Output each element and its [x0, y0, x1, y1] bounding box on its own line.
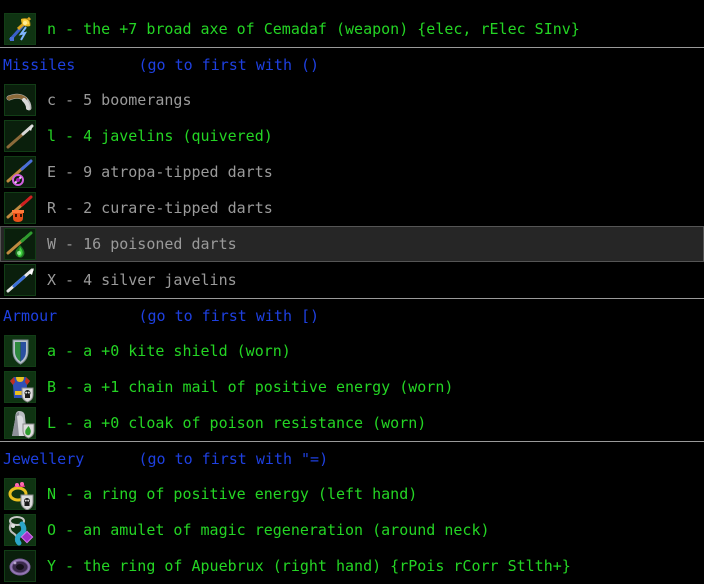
- inventory-item-L[interactable]: L - a +0 cloak of poison resistance (wor…: [0, 405, 704, 441]
- header-spacer: [75, 58, 138, 73]
- ring-apuebrux-icon: [9, 558, 31, 576]
- inventory-item-label: B - a +1 chain mail of positive energy (…: [47, 377, 454, 396]
- inventory-item-label: l - 4 javelins (quivered): [47, 126, 273, 145]
- section-header-armour: Armour (go to first with [): [0, 298, 704, 333]
- javelin-icon: [6, 124, 34, 149]
- section-hint: (go to first with [): [138, 306, 320, 325]
- header-spacer: [84, 452, 138, 467]
- inventory-item-label: Y - the ring of Apuebrux (right hand) {r…: [47, 556, 571, 575]
- inventory-item-O[interactable]: O - an amulet of magic regeneration (aro…: [0, 512, 704, 548]
- ring-positive-energy-icon: [8, 482, 34, 510]
- chain-mail-positive-energy-icon[interactable]: [4, 371, 36, 403]
- inventory-item-c[interactable]: c - 5 boomerangs: [0, 82, 704, 118]
- inventory-item-label: c - 5 boomerangs: [47, 90, 192, 109]
- inventory-item-label: n - the +7 broad axe of Cemadaf (weapon)…: [47, 19, 580, 38]
- header-spacer: [57, 309, 138, 324]
- curare-dart-icon[interactable]: [4, 192, 36, 224]
- inventory-screen: n - the +7 broad axe of Cemadaf (weapon)…: [0, 0, 704, 582]
- boomerang-icon[interactable]: [4, 84, 36, 116]
- chain-mail-positive-energy-icon: [10, 377, 34, 403]
- poisoned-dart-icon[interactable]: [4, 228, 36, 260]
- broad-axe-elec-icon: [8, 16, 32, 42]
- inventory-item-X[interactable]: X - 4 silver javelins: [0, 262, 704, 298]
- inventory-item-label: O - an amulet of magic regeneration (aro…: [47, 520, 490, 539]
- cloak-poison-resistance-icon: [12, 411, 35, 439]
- section-header-missiles: Missiles (go to first with (): [0, 47, 704, 82]
- inventory-item-R[interactable]: R - 2 curare-tipped darts: [0, 190, 704, 226]
- section-title: Armour: [3, 306, 58, 325]
- atropa-dart-icon[interactable]: [4, 156, 36, 188]
- inventory-item-l[interactable]: l - 4 javelins (quivered): [0, 118, 704, 154]
- section-hint: (go to first with (): [138, 55, 320, 74]
- kite-shield-icon: [12, 339, 29, 365]
- inventory-item-label: X - 4 silver javelins: [47, 270, 237, 289]
- broad-axe-elec-icon[interactable]: [4, 13, 36, 45]
- amulet-magic-regeneration-icon[interactable]: [4, 514, 36, 546]
- inventory-item-label: W - 16 poisoned darts: [47, 234, 237, 253]
- ring-apuebrux-icon[interactable]: [4, 550, 36, 582]
- section-title: Jewellery: [3, 449, 85, 468]
- section-hint: (go to first with "=): [138, 449, 329, 468]
- section-title: Missiles: [3, 55, 76, 74]
- javelin-icon[interactable]: [4, 120, 36, 152]
- silver-javelin-icon[interactable]: [4, 264, 36, 296]
- inventory-item-label: N - a ring of positive energy (left hand…: [47, 484, 418, 503]
- cloak-poison-resistance-icon[interactable]: [4, 407, 36, 439]
- inventory-item-E[interactable]: E - 9 atropa-tipped darts: [0, 154, 704, 190]
- curare-dart-icon: [6, 195, 33, 222]
- section-header-jewellery: Jewellery (go to first with "=): [0, 441, 704, 476]
- boomerang-icon: [6, 93, 32, 111]
- atropa-dart-icon: [6, 159, 33, 186]
- inventory-item-label: L - a +0 cloak of poison resistance (wor…: [47, 413, 427, 432]
- ring-positive-energy-icon[interactable]: [4, 478, 36, 510]
- inventory-item-label: a - a +0 kite shield (worn): [47, 341, 291, 360]
- clipped-row-above: [0, 0, 704, 11]
- inventory-item-n[interactable]: n - the +7 broad axe of Cemadaf (weapon)…: [0, 11, 704, 47]
- inventory-item-Y[interactable]: Y - the ring of Apuebrux (right hand) {r…: [0, 548, 704, 584]
- kite-shield-icon[interactable]: [4, 335, 36, 367]
- inventory-item-a[interactable]: a - a +0 kite shield (worn): [0, 333, 704, 369]
- inventory-item-B[interactable]: B - a +1 chain mail of positive energy (…: [0, 369, 704, 405]
- silver-javelin-icon: [6, 268, 34, 293]
- poisoned-dart-icon: [6, 231, 33, 258]
- inventory-item-W[interactable]: W - 16 poisoned darts: [0, 226, 704, 262]
- inventory-item-label: E - 9 atropa-tipped darts: [47, 162, 273, 181]
- amulet-magic-regeneration-icon: [8, 516, 34, 546]
- inventory-item-N[interactable]: N - a ring of positive energy (left hand…: [0, 476, 704, 512]
- inventory-item-label: R - 2 curare-tipped darts: [47, 198, 273, 217]
